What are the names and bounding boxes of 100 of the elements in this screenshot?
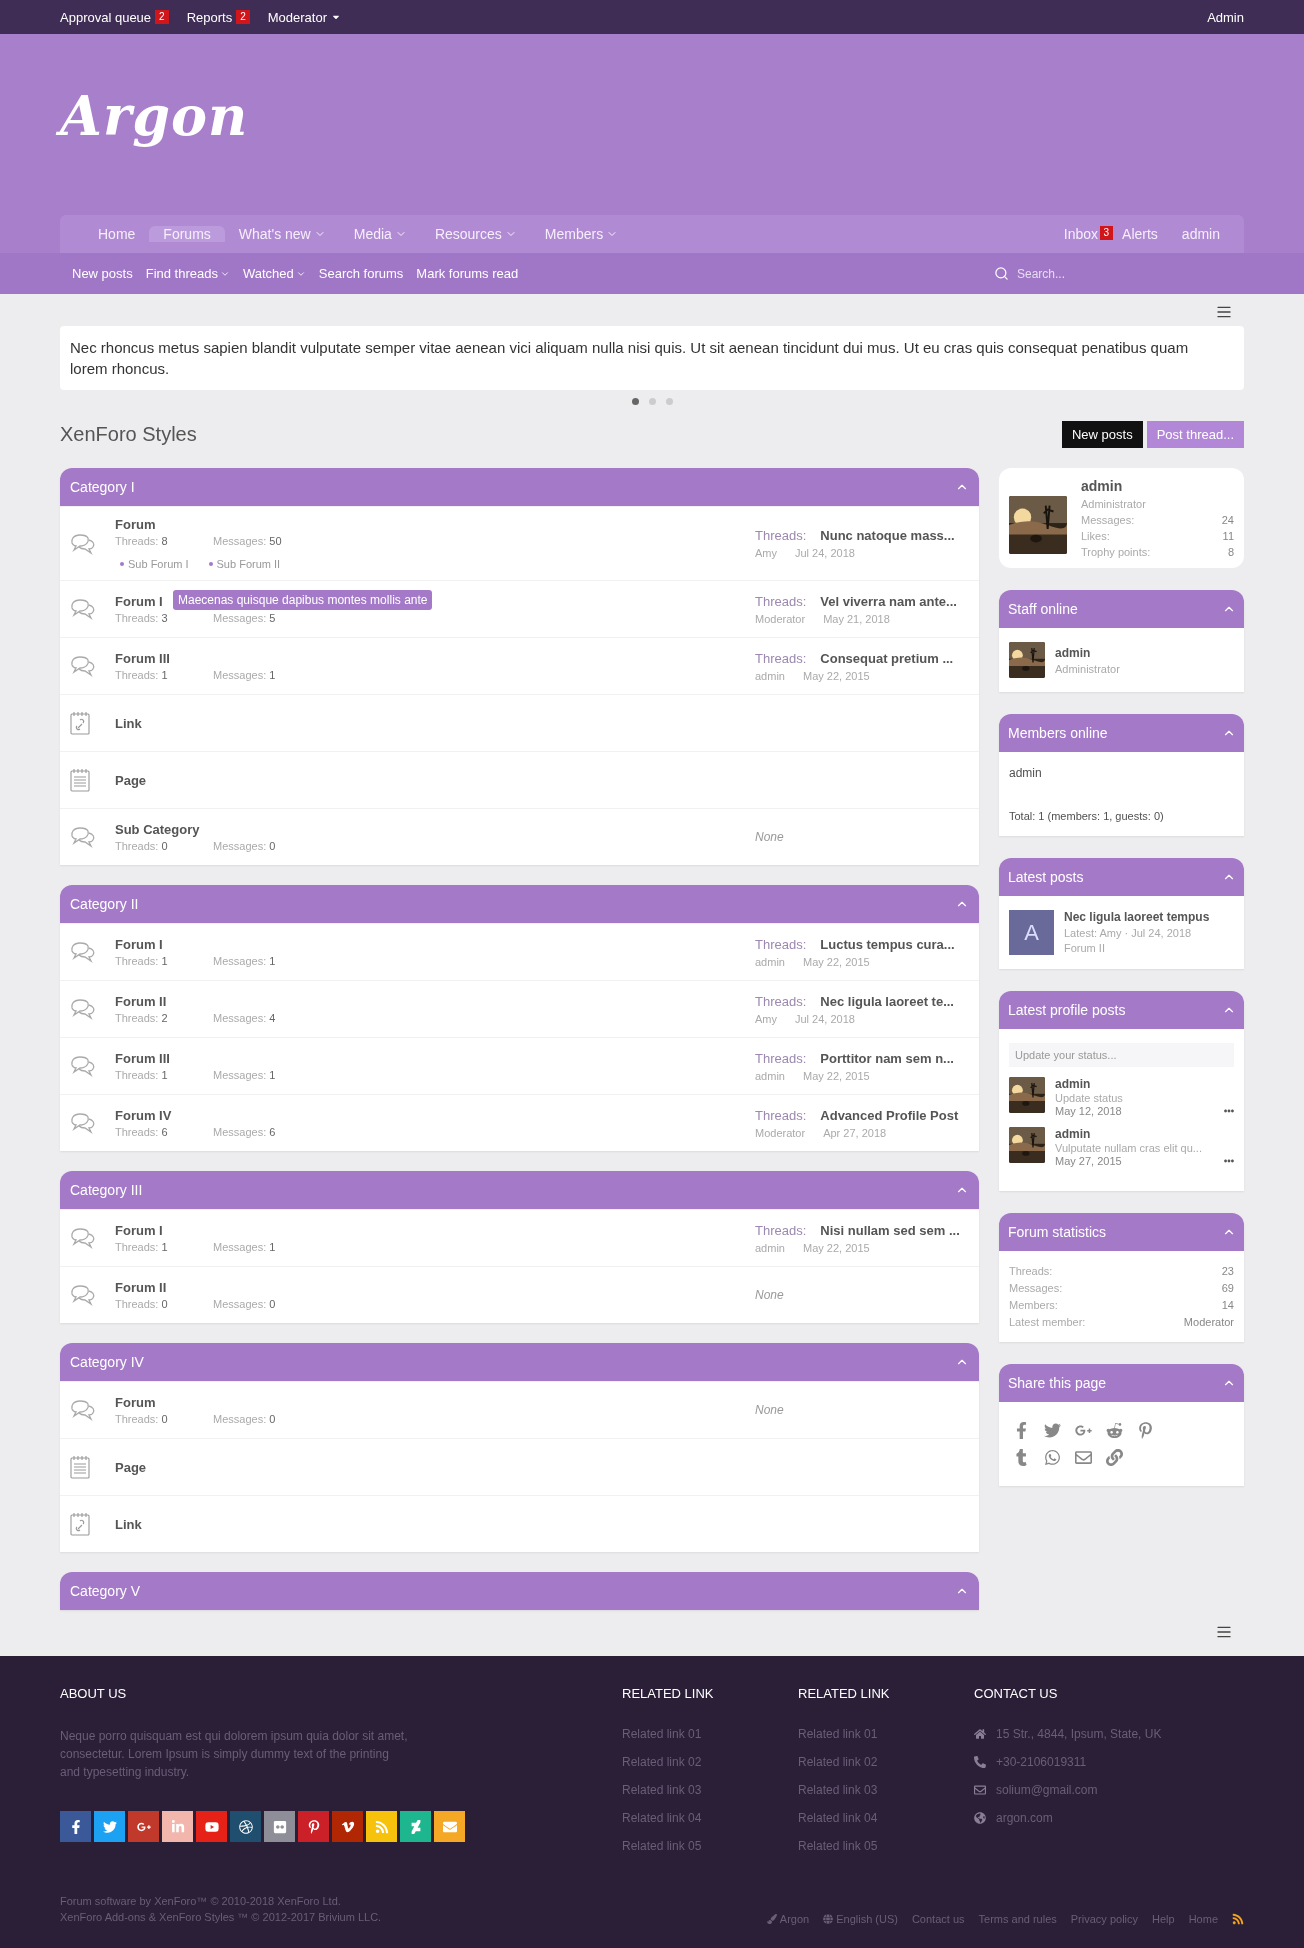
footer-link[interactable]: Related link 04 — [622, 1811, 798, 1825]
menu-icon[interactable] — [1216, 1624, 1232, 1640]
nav-tab[interactable]: Media — [339, 226, 421, 242]
node-title[interactable]: Forum III — [115, 651, 170, 666]
post-author[interactable]: admin — [1055, 1127, 1234, 1141]
top-bar-link[interactable]: Moderator — [267, 9, 341, 25]
social-button[interactable] — [196, 1811, 227, 1842]
node-title[interactable]: Link — [115, 715, 142, 731]
carousel-dot[interactable] — [648, 398, 656, 405]
footer-link[interactable]: Related link 01 — [798, 1727, 974, 1741]
member-name[interactable]: admin — [1009, 766, 1234, 780]
member-name[interactable]: admin — [1055, 645, 1120, 660]
social-button[interactable] — [94, 1811, 125, 1842]
footer-link[interactable]: Related link 02 — [798, 1755, 974, 1769]
rss-icon[interactable] — [1232, 1913, 1244, 1925]
footer-link[interactable]: Related link 03 — [798, 1783, 974, 1797]
category-title[interactable]: Category II — [70, 896, 139, 912]
latest-thread-link[interactable]: Nunc natoque mass... — [820, 528, 955, 543]
category-title[interactable]: Category I — [70, 479, 135, 495]
footer-link[interactable]: English (US) — [823, 1913, 898, 1925]
subnav-link[interactable]: New posts — [72, 266, 133, 281]
profile-name[interactable]: admin — [1081, 478, 1234, 494]
status-field[interactable]: Update your status... — [1009, 1043, 1234, 1067]
social-button[interactable] — [264, 1811, 295, 1842]
social-button[interactable] — [60, 1811, 91, 1842]
latest-thread-link[interactable]: Advanced Profile Post — [820, 1107, 959, 1123]
carousel-dot[interactable] — [665, 398, 673, 405]
social-button[interactable] — [230, 1811, 261, 1842]
category-title[interactable]: Category V — [70, 1583, 141, 1599]
action-button[interactable]: New posts — [1061, 421, 1143, 448]
latest-thread-link[interactable]: Porttitor nam sem n... — [820, 1050, 954, 1066]
social-button[interactable] — [128, 1811, 159, 1842]
reddit-icon[interactable] — [1106, 1422, 1123, 1439]
node-title[interactable]: Forum — [115, 1395, 156, 1410]
post-forum[interactable]: Forum II — [1064, 942, 1210, 954]
nav-tab[interactable]: Home — [84, 226, 150, 242]
node-title[interactable]: Forum — [115, 517, 156, 532]
node-title[interactable]: Forum II — [115, 994, 167, 1009]
subnav-link[interactable]: Search forums — [318, 266, 404, 281]
latest-thread-link[interactable]: Luctus tempus cura... — [820, 936, 955, 952]
social-button[interactable] — [298, 1811, 329, 1842]
nav-link[interactable]: admin — [1169, 226, 1232, 242]
footer-link[interactable]: Privacy policy — [1070, 1913, 1139, 1925]
google-icon[interactable] — [1075, 1422, 1092, 1439]
footer-link[interactable]: Help — [1152, 1913, 1175, 1925]
category-title[interactable]: Category III — [70, 1182, 143, 1198]
footer-link[interactable]: Home — [1188, 1913, 1218, 1925]
nav-tab[interactable]: What's new — [224, 226, 340, 242]
top-bar-link[interactable]: Approval queue 2 — [60, 9, 169, 25]
latest-thread-link[interactable]: Consequat pretium ... — [820, 650, 954, 666]
footer-link[interactable]: Related link 05 — [622, 1839, 798, 1853]
nav-tab[interactable]: Members — [530, 226, 633, 242]
footer-link[interactable]: Contact us — [911, 1913, 965, 1925]
nav-link[interactable]: Alerts — [1110, 226, 1170, 242]
node-title[interactable]: Forum IV — [115, 1108, 172, 1123]
category-title[interactable]: Category IV — [70, 1354, 144, 1370]
node-title[interactable]: Sub Category — [115, 822, 200, 837]
user-link[interactable]: Admin — [1207, 9, 1244, 25]
top-bar-link[interactable]: Reports 2 — [186, 9, 250, 25]
envelope-icon — [974, 1784, 986, 1796]
footer-link[interactable]: Terms and rules — [978, 1913, 1057, 1925]
nav-link[interactable]: Inbox 3 — [1051, 226, 1111, 242]
node-title[interactable]: Forum III — [115, 1051, 170, 1066]
footer-link[interactable]: Related link 01 — [622, 1727, 798, 1741]
post-title[interactable]: Nec ligula laoreet tempus — [1064, 910, 1210, 924]
social-button[interactable] — [332, 1811, 363, 1842]
subforum-link[interactable]: Sub Forum II — [208, 558, 281, 570]
nav-tab[interactable]: Forums — [149, 226, 225, 242]
node-title[interactable]: Forum I — [115, 594, 163, 609]
footer-link[interactable]: Related link 04 — [798, 1811, 974, 1825]
footer-link[interactable]: Related link 05 — [798, 1839, 974, 1853]
nav-tab[interactable]: Resources — [420, 226, 531, 242]
subforum-link[interactable]: Sub Forum I — [120, 558, 189, 570]
footer-link[interactable]: Argon — [766, 1913, 810, 1925]
latest-thread-link[interactable]: Nec ligula laoreet te... — [820, 993, 954, 1009]
pinterest-icon[interactable] — [1137, 1422, 1154, 1439]
search-icon[interactable] — [994, 266, 1009, 281]
node-title[interactable]: Page — [115, 1459, 147, 1475]
whatsapp-icon[interactable] — [1044, 1449, 1061, 1466]
subnav-link[interactable]: Mark forums read — [416, 266, 519, 281]
link-note-icon — [70, 1512, 90, 1536]
post-author[interactable]: admin — [1055, 1077, 1234, 1091]
node-title[interactable]: Forum I — [115, 1223, 163, 1238]
subnav-link[interactable]: Watched — [242, 266, 306, 281]
node-title[interactable]: Forum I — [115, 937, 163, 952]
carousel-dot[interactable] — [631, 398, 639, 405]
twitter-icon[interactable] — [1044, 1422, 1061, 1439]
latest-thread-link[interactable]: Vel viverra nam ante... — [820, 593, 957, 609]
subnav-link[interactable]: Find threads — [145, 266, 230, 281]
search-field[interactable]: Search... — [994, 266, 1244, 281]
footer-link[interactable]: Related link 02 — [622, 1755, 798, 1769]
footer-link[interactable]: Related link 03 — [622, 1783, 798, 1797]
link-icon[interactable] — [1106, 1449, 1123, 1466]
email-icon[interactable] — [1075, 1449, 1092, 1466]
node-title[interactable]: Link — [115, 1516, 142, 1532]
latest-thread-link[interactable]: Nisi nullam sed sem ... — [820, 1222, 960, 1238]
node-title[interactable]: Forum II — [115, 1280, 167, 1295]
node-title[interactable]: Page — [115, 772, 147, 788]
action-button[interactable]: Post thread... — [1146, 421, 1244, 448]
menu-icon[interactable] — [1216, 304, 1232, 320]
